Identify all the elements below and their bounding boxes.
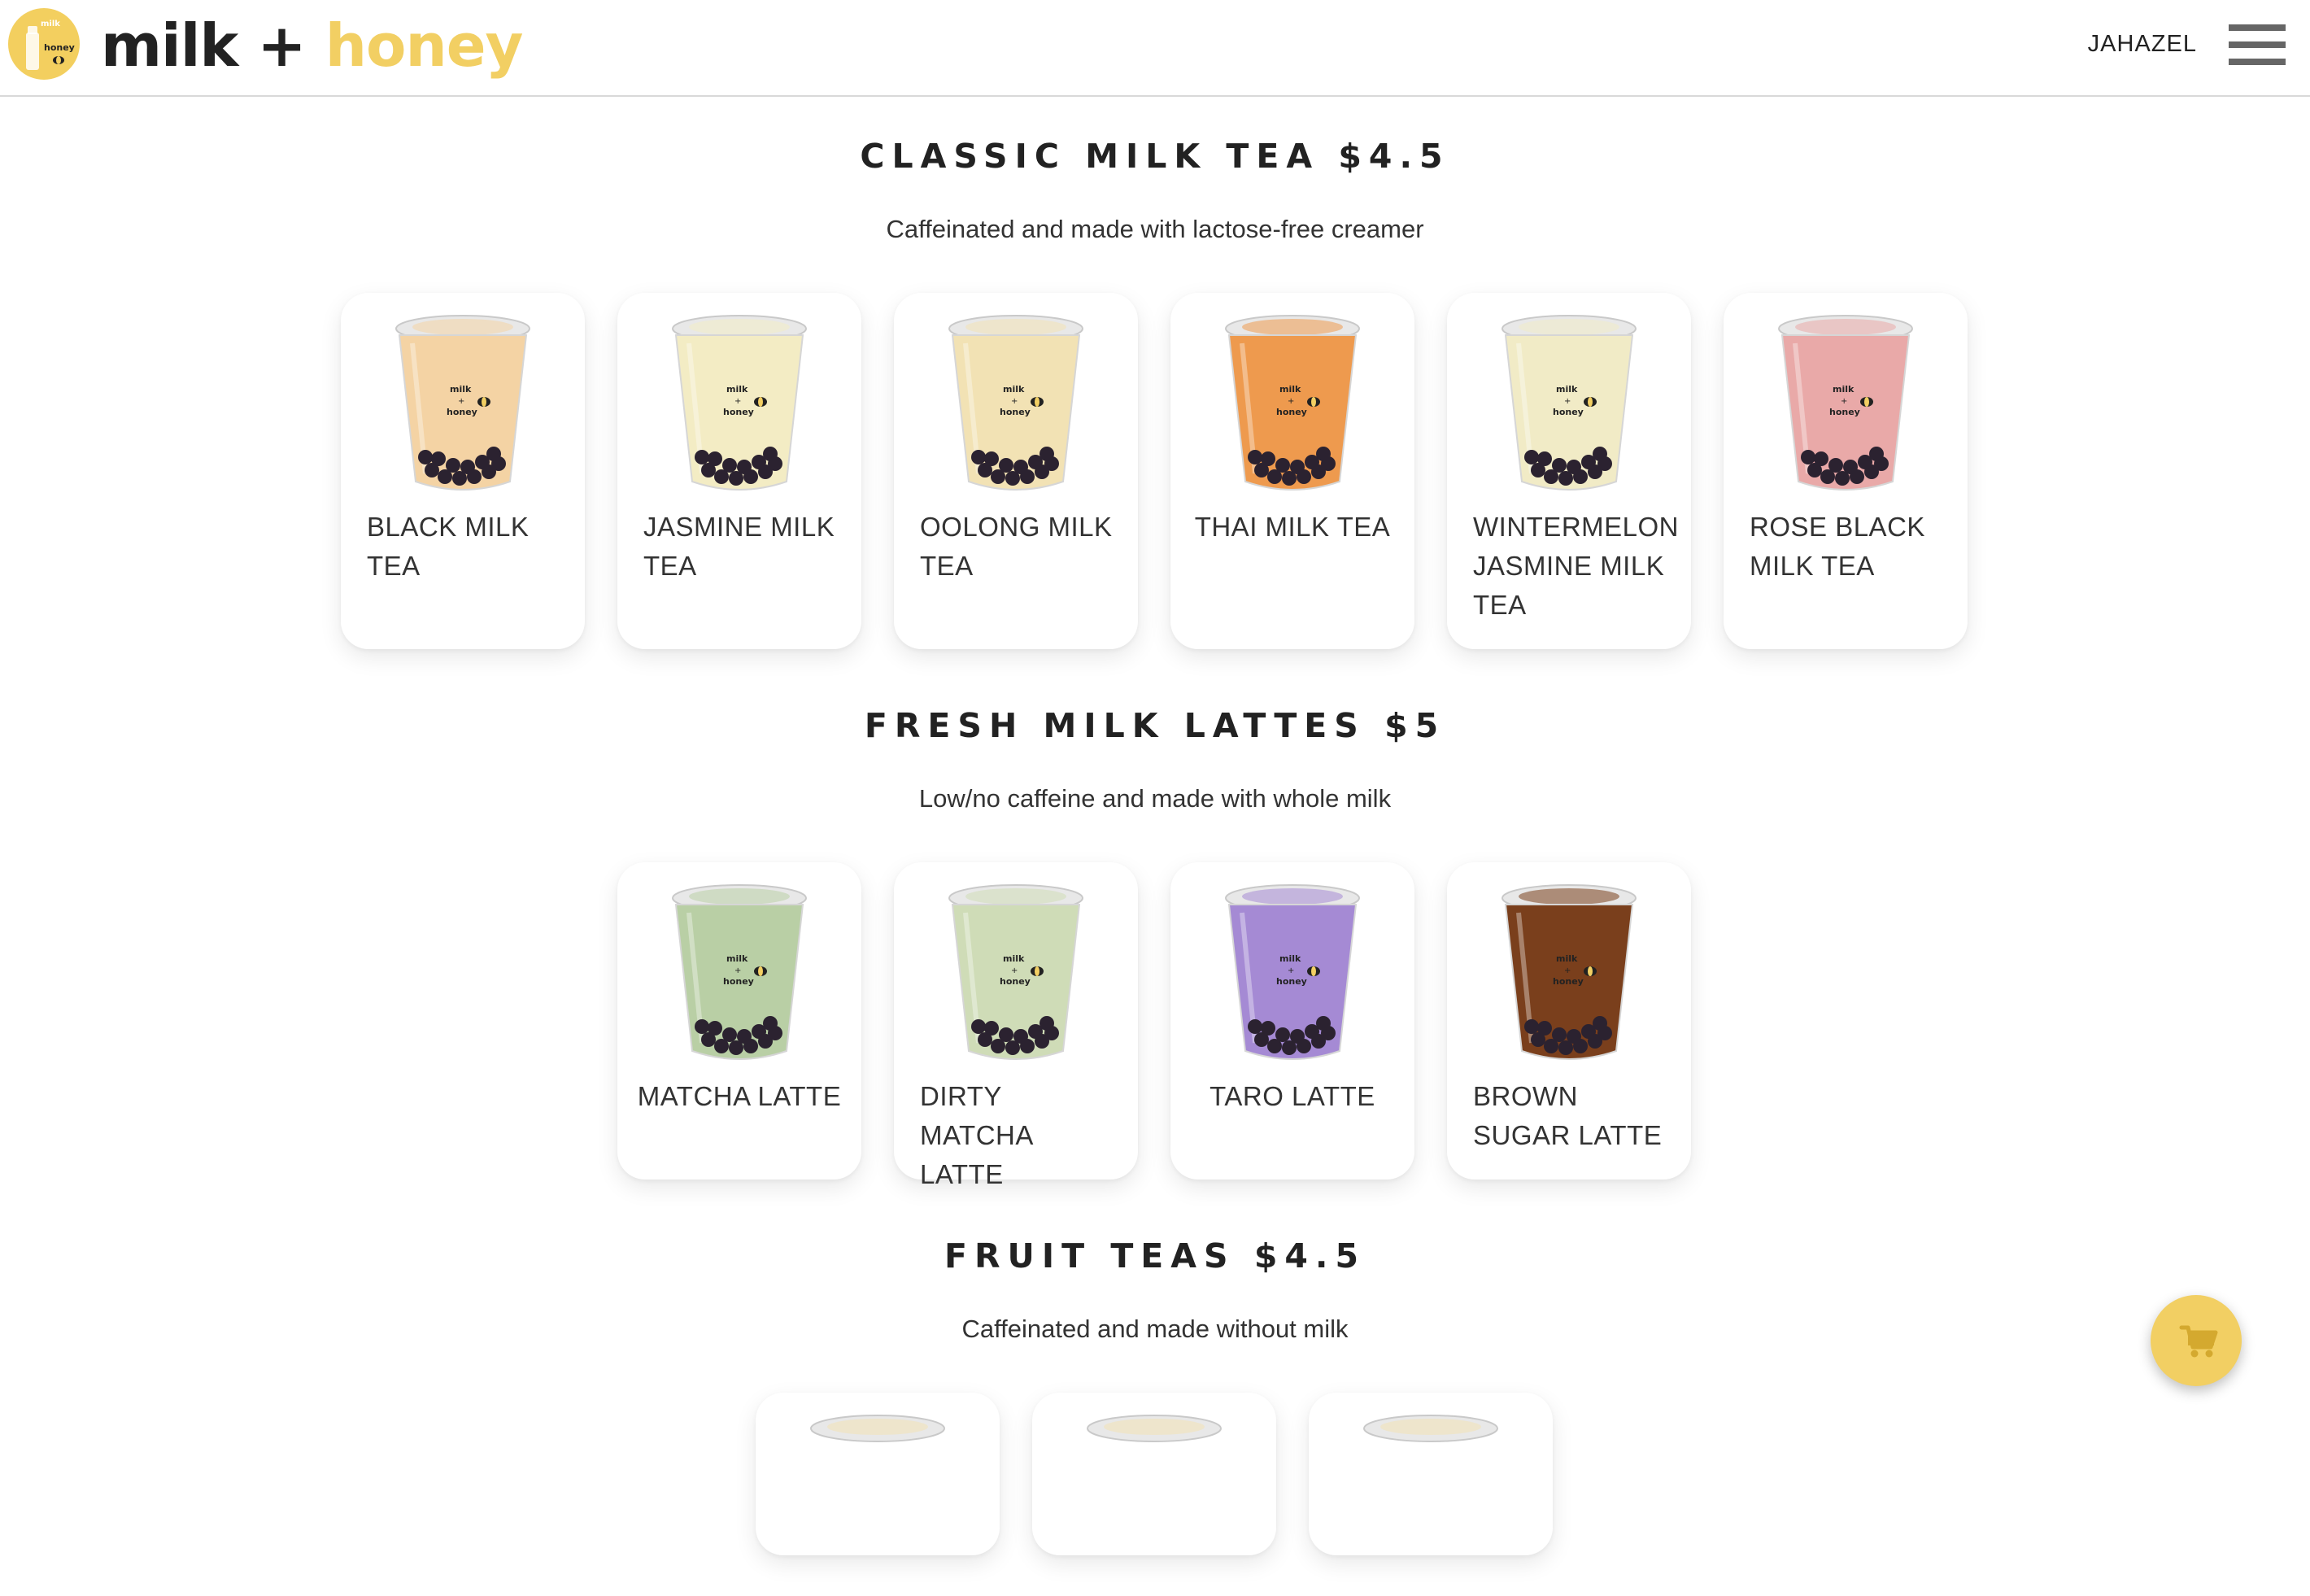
menu-item-card[interactable]: milk + honey WINTERMELON JASMINE MILK TEA xyxy=(1447,293,1691,649)
svg-text:milk: milk xyxy=(41,20,60,28)
svg-text:honey: honey xyxy=(723,407,754,417)
svg-text:+: + xyxy=(1564,397,1571,406)
svg-text:milk: milk xyxy=(726,384,748,395)
svg-text:+: + xyxy=(1841,397,1847,406)
menu-item-name: ROSE BLACK MILK TEA xyxy=(1750,512,1925,581)
brand-word-honey: honey xyxy=(325,11,524,80)
menu-item-card[interactable]: milk + honey BROWN SUGAR LATTE xyxy=(1447,862,1691,1180)
svg-text:milk: milk xyxy=(1279,953,1301,964)
menu-item-card[interactable]: milk + honey JASMINE MILK TEA xyxy=(617,293,861,649)
bubble-tea-cup-icon: milk +honey xyxy=(1502,884,1637,1060)
section-subtitle-classic-milk-tea: Caffeinated and made with lactose-free c… xyxy=(886,215,1424,243)
shopping-cart-button[interactable] xyxy=(2151,1295,2242,1386)
menu-item-card[interactable]: milk + honey OOLONG MILK TEA xyxy=(894,293,1138,649)
bubble-tea-cup-icon: milk +honey xyxy=(1225,884,1360,1060)
shopping-cart-icon xyxy=(2179,1325,2218,1358)
svg-text:honey: honey xyxy=(1276,976,1307,987)
user-account-name[interactable]: JAHAZEL xyxy=(2088,28,2197,60)
svg-text:+: + xyxy=(1011,397,1018,406)
bubble-tea-cup-icon: milk +honey xyxy=(1225,315,1360,491)
svg-text:milk: milk xyxy=(1556,953,1578,964)
bubble-tea-cup-icon: milk +honey xyxy=(948,884,1083,1060)
brand-word-milk: milk xyxy=(101,11,238,80)
svg-text:honey: honey xyxy=(1553,407,1584,417)
svg-text:honey: honey xyxy=(1000,407,1031,417)
menu-item-card[interactable]: milk + honey THAI MILK TEA xyxy=(1170,293,1414,649)
bubble-tea-cup-icon: milk +honey xyxy=(672,315,807,491)
menu-item-name: BLACK MILK TEA xyxy=(367,512,530,581)
section-subtitle-fresh-milk-lattes: Low/no caffeine and made with whole milk xyxy=(918,784,1392,813)
menu-item-card[interactable] xyxy=(756,1393,1000,1555)
menu-item-name: DIRTY MATCHA LATTE xyxy=(920,1081,1033,1189)
svg-text:milk: milk xyxy=(1003,953,1025,964)
svg-text:milk: milk xyxy=(1003,384,1025,395)
svg-text:honey: honey xyxy=(447,407,477,417)
menu-item-name: MATCHA LATTE xyxy=(637,1081,842,1111)
svg-text:+: + xyxy=(1011,966,1018,975)
menu-item-card[interactable]: milk + honey TARO LATTE xyxy=(1170,862,1414,1180)
svg-text:+: + xyxy=(1288,397,1294,406)
section-title-fruit-teas: FRUIT TEAS $4.5 xyxy=(944,1236,1366,1275)
bubble-tea-cup-icon xyxy=(1363,1415,1498,1442)
svg-text:milk: milk xyxy=(450,384,472,395)
bubble-tea-cup-icon: milk +honey xyxy=(395,315,530,491)
svg-text:honey: honey xyxy=(1553,976,1584,987)
svg-text:+: + xyxy=(1288,966,1294,975)
svg-text:milk: milk xyxy=(1279,384,1301,395)
menu-item-name: BROWN SUGAR LATTE xyxy=(1473,1081,1663,1150)
menu-item-card[interactable]: milk + honey MATCHA LATTE xyxy=(617,862,861,1180)
section-subtitle-fruit-teas: Caffeinated and made without milk xyxy=(961,1315,1349,1343)
menu-item-name: OOLONG MILK TEA xyxy=(920,512,1113,581)
svg-text:+: + xyxy=(734,966,741,975)
svg-text:+: + xyxy=(734,397,741,406)
menu-item-name: THAI MILK TEA xyxy=(1194,512,1391,542)
svg-text:honey: honey xyxy=(1829,407,1860,417)
svg-text:honey: honey xyxy=(723,976,754,987)
svg-text:milk: milk xyxy=(726,953,748,964)
menu-item-card[interactable]: milk + honey ROSE BLACK MILK TEA xyxy=(1724,293,1968,649)
svg-text:honey: honey xyxy=(1000,976,1031,987)
bubble-tea-cup-icon xyxy=(810,1415,945,1442)
menu-item-name: TARO LATTE xyxy=(1209,1081,1375,1111)
brand-name[interactable]: milk + honey xyxy=(101,5,524,86)
menu-item-card[interactable] xyxy=(1032,1393,1276,1555)
bubble-tea-cup-icon: milk +honey xyxy=(1502,315,1637,491)
menu-item-card[interactable]: milk + honey BLACK MILK TEA xyxy=(341,293,585,649)
svg-text:+: + xyxy=(458,397,464,406)
bubble-tea-cup-icon: milk +honey xyxy=(672,884,807,1060)
menu-item-name: WINTERMELON JASMINE MILK TEA xyxy=(1473,512,1679,620)
brand-logo[interactable]: milk honey xyxy=(8,8,80,80)
logo-cup-icon: milk honey xyxy=(26,20,75,70)
hamburger-menu-icon[interactable] xyxy=(2229,24,2286,65)
svg-text:honey: honey xyxy=(1276,407,1307,417)
brand-plus: + xyxy=(238,11,325,80)
svg-text:+: + xyxy=(1564,966,1571,975)
menu-item-name: JASMINE MILK TEA xyxy=(643,512,835,581)
bubble-tea-cup-icon: milk +honey xyxy=(948,315,1083,491)
bubble-tea-cup-icon: milk +honey xyxy=(1778,315,1913,491)
svg-text:milk: milk xyxy=(1833,384,1855,395)
svg-text:milk: milk xyxy=(1556,384,1578,395)
bubble-tea-cup-icon xyxy=(1087,1415,1222,1442)
section-title-classic-milk-tea: CLASSIC MILK TEA $4.5 xyxy=(860,137,1450,176)
svg-text:honey: honey xyxy=(44,42,75,53)
top-navigation-bar: milk honey milk + honey JAHAZEL xyxy=(0,0,2310,97)
menu-item-card[interactable] xyxy=(1309,1393,1553,1555)
section-title-fresh-milk-lattes: FRESH MILK LATTES $5 xyxy=(864,706,1446,745)
menu-item-card[interactable]: milk + honey DIRTY MATCHA LATTE xyxy=(894,862,1138,1189)
